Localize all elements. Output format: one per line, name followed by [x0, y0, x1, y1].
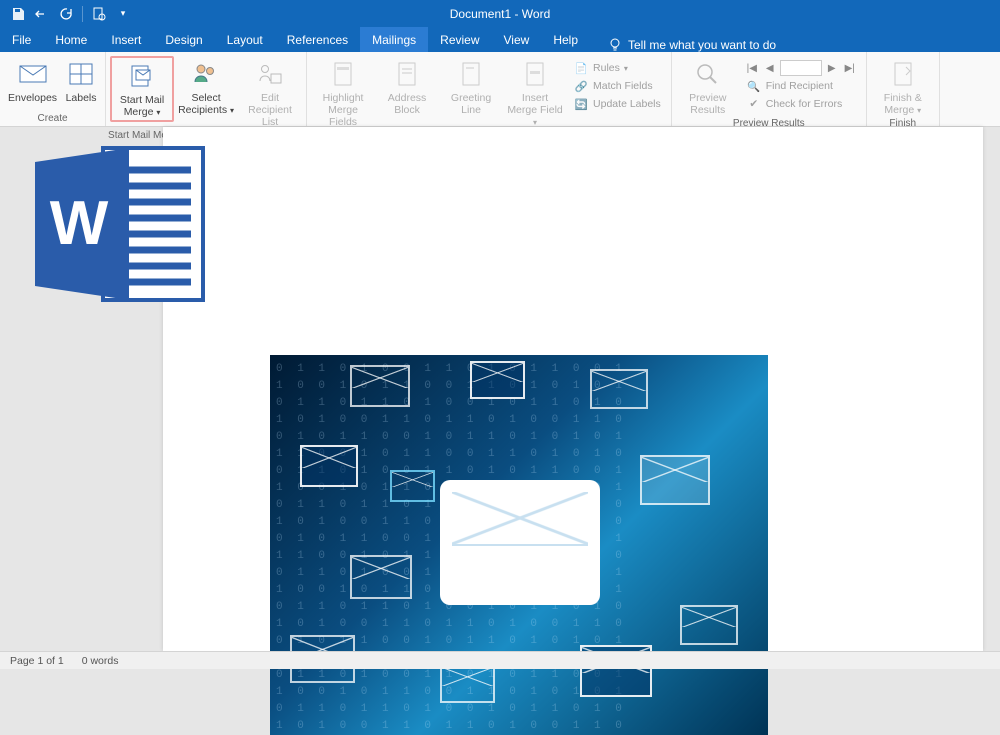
menu-home[interactable]: Home — [43, 27, 99, 52]
next-record-icon: ▶ — [824, 60, 840, 76]
document-area: W 0 1 1 0 1 0 0 1 1 0 1 0 1 1 0 0 1 1 0 … — [0, 127, 1000, 651]
undo-icon[interactable] — [34, 6, 50, 22]
recipients-icon — [190, 58, 222, 90]
document-title: Document1 - Word — [450, 7, 550, 21]
menu-layout[interactable]: Layout — [215, 27, 275, 52]
mail-merge-icon — [126, 60, 158, 92]
highlight-label: Highlight Merge Fields — [315, 92, 371, 128]
match-fields-button: 🔗Match Fields — [573, 78, 661, 94]
ribbon-group-preview: Preview Results |◀ ◀ ▶ ▶| 🔍Find Recipien… — [672, 52, 867, 126]
edit-recipient-label: Edit Recipient List — [242, 92, 298, 128]
ribbon-group-start-mail-merge: Start Mail Merge ▾ Select Recipients ▾ E… — [106, 52, 307, 126]
find-recipient-button: 🔍Find Recipient — [740, 78, 862, 94]
small-envelope-icon — [680, 605, 738, 645]
menu-file[interactable]: File — [0, 27, 43, 52]
ribbon-group-finish: Finish & Merge ▾ Finish — [867, 52, 940, 126]
ribbon-group-create: Envelopes Labels Create — [0, 52, 106, 126]
small-envelope-icon — [640, 455, 710, 505]
labels-button[interactable]: Labels — [61, 56, 101, 106]
finish-merge-button: Finish & Merge ▾ — [871, 56, 935, 118]
preview-results-button: Preview Results — [676, 56, 740, 118]
greeting-line-button: Greeting Line — [439, 56, 503, 118]
update-icon: 🔄 — [573, 96, 589, 112]
title-bar: ▾ Document1 - Word — [0, 0, 1000, 27]
menu-bar: File Home Insert Design Layout Reference… — [0, 27, 1000, 52]
envelope-icon — [17, 58, 49, 90]
highlight-icon — [327, 58, 359, 90]
envelopes-button[interactable]: Envelopes — [4, 56, 61, 106]
small-envelope-icon — [590, 369, 648, 409]
ribbon: Envelopes Labels Create Start Mail Merge… — [0, 52, 1000, 127]
page-indicator[interactable]: Page 1 of 1 — [10, 655, 64, 667]
redo-icon[interactable] — [58, 6, 74, 22]
record-number-input — [780, 60, 822, 76]
tell-me[interactable]: Tell me what you want to do — [590, 38, 776, 52]
quick-access-toolbar: ▾ — [0, 6, 131, 22]
menu-review[interactable]: Review — [428, 27, 491, 52]
menu-design[interactable]: Design — [153, 27, 214, 52]
small-envelope-icon — [390, 470, 435, 502]
qat-dropdown-icon[interactable]: ▾ — [115, 6, 131, 22]
select-recipients-label: Select Recipients ▾ — [178, 92, 234, 116]
insert-merge-field-button: Insert Merge Field ▾ — [503, 56, 567, 130]
check-icon: ✔ — [746, 96, 762, 112]
small-envelope-icon — [440, 665, 495, 703]
ribbon-group-write-insert: Highlight Merge Fields Address Block Gre… — [307, 52, 672, 126]
small-envelope-icon — [350, 365, 410, 407]
find-icon: 🔍 — [746, 78, 762, 94]
select-recipients-button[interactable]: Select Recipients ▾ — [174, 56, 238, 118]
large-envelope-icon — [440, 480, 600, 605]
svg-text:W: W — [50, 189, 109, 258]
status-bar: Page 1 of 1 0 words — [0, 651, 1000, 669]
greeting-icon — [455, 58, 487, 90]
insert-field-label: Insert Merge Field ▾ — [507, 92, 563, 128]
last-record-icon: ▶| — [842, 60, 858, 76]
address-label: Address Block — [379, 92, 435, 116]
small-envelope-icon — [470, 361, 525, 399]
greeting-label: Greeting Line — [443, 92, 499, 116]
finish-label: Finish & Merge ▾ — [875, 92, 931, 116]
preview-results-label: Preview Results — [680, 92, 736, 116]
menu-mailings[interactable]: Mailings — [360, 27, 428, 52]
finish-icon — [887, 58, 919, 90]
address-icon — [391, 58, 423, 90]
preview-icon[interactable] — [91, 6, 107, 22]
menu-help[interactable]: Help — [541, 27, 590, 52]
start-mail-merge-button[interactable]: Start Mail Merge ▾ — [110, 56, 174, 122]
small-envelope-icon — [350, 555, 412, 599]
highlight-merge-fields-button: Highlight Merge Fields — [311, 56, 375, 130]
small-envelope-icon — [300, 445, 358, 487]
menu-references[interactable]: References — [275, 27, 360, 52]
inserted-image[interactable]: 0 1 1 0 1 0 0 1 1 0 1 0 1 1 0 0 1 1 0 0 … — [270, 355, 768, 735]
save-icon[interactable] — [10, 6, 26, 22]
lightbulb-icon — [608, 38, 622, 52]
start-mail-merge-label: Start Mail Merge ▾ — [116, 94, 168, 118]
menu-view[interactable]: View — [492, 27, 542, 52]
menu-insert[interactable]: Insert — [99, 27, 153, 52]
insert-field-icon — [519, 58, 551, 90]
match-icon: 🔗 — [573, 78, 589, 94]
word-count[interactable]: 0 words — [82, 655, 119, 667]
edit-recipient-list-button: Edit Recipient List — [238, 56, 302, 130]
rules-button: 📄Rules ▾ — [573, 60, 661, 76]
magnifier-icon — [692, 58, 724, 90]
address-block-button: Address Block — [375, 56, 439, 118]
labels-label: Labels — [66, 92, 97, 104]
tell-me-label: Tell me what you want to do — [628, 38, 776, 52]
rules-icon: 📄 — [573, 60, 589, 76]
check-errors-button: ✔Check for Errors — [740, 94, 862, 114]
update-labels-button: 🔄Update Labels — [573, 96, 661, 112]
create-group-label: Create — [0, 113, 105, 126]
envelopes-label: Envelopes — [8, 92, 57, 104]
prev-record-icon: ◀ — [762, 60, 778, 76]
edit-list-icon — [254, 58, 286, 90]
word-logo-icon: W — [25, 134, 215, 314]
first-record-icon: |◀ — [744, 60, 760, 76]
labels-icon — [65, 58, 97, 90]
